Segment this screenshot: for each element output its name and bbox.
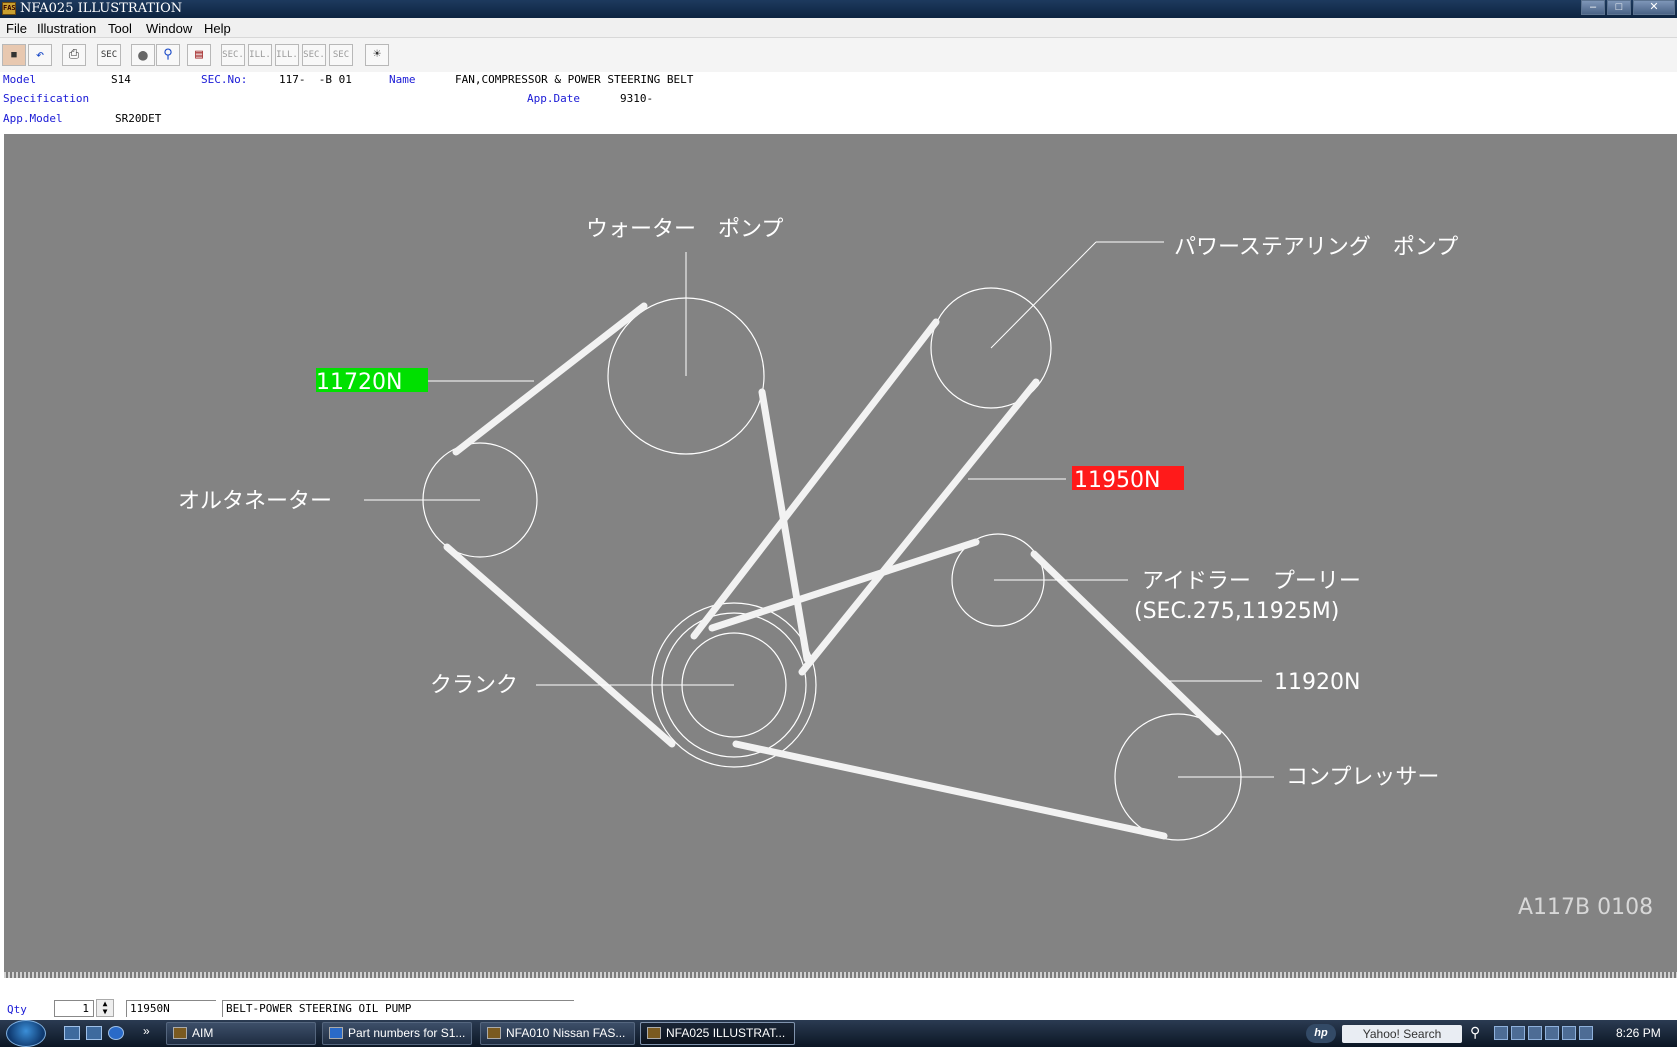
window-title: NFA025 ILLUSTRATION — [20, 1, 183, 16]
qty-spinner[interactable]: ▲ ▼ — [96, 999, 114, 1017]
start-button[interactable] — [6, 1020, 46, 1047]
qty-field[interactable]: 1 — [54, 1000, 94, 1017]
tray-shield-icon[interactable] — [1579, 1026, 1593, 1040]
nfa-app-icon — [487, 1027, 501, 1039]
tray-volume-icon[interactable] — [1562, 1026, 1576, 1040]
clock[interactable]: 8:26 PM — [1616, 1026, 1661, 1040]
task-part-numbers[interactable]: Part numbers for S1... — [322, 1022, 472, 1045]
search-icon[interactable]: ⚲ — [1470, 1024, 1480, 1041]
specification-label: Specification — [3, 92, 90, 105]
sec-no-value: 117- -B 01 — [279, 73, 352, 86]
minimize-button[interactable]: – — [1581, 0, 1605, 15]
app-model-value: SR20DET — [115, 112, 162, 125]
fan-belt-upper — [452, 302, 648, 456]
menu-bar: File Illustration Tool Window Help — [0, 18, 1677, 38]
ps-belt-right — [798, 378, 1040, 676]
label-crank: クランク — [430, 673, 518, 698]
task-nfa010[interactable]: NFA010 Nissan FAS... — [480, 1022, 635, 1045]
part-label-11950n[interactable]: 11950N — [1074, 468, 1160, 493]
switch-windows-icon[interactable] — [86, 1026, 102, 1040]
nfa-app-icon — [647, 1027, 661, 1039]
part-label-11920n[interactable]: 11920N — [1274, 670, 1360, 695]
ie-icon[interactable] — [108, 1026, 124, 1040]
model-value: S14 — [111, 73, 131, 86]
sec-no-label: SEC.No: — [201, 73, 248, 86]
app-date-value: 9310- — [620, 92, 654, 105]
tray-app-icon[interactable] — [1511, 1026, 1525, 1040]
task-label: NFA010 Nissan FAS... — [506, 1026, 626, 1040]
task-label: Part numbers for S1... — [348, 1026, 466, 1040]
illustration-ref-code: A117B 0108 — [1518, 895, 1653, 920]
label-compressor: コンプレッサー — [1286, 765, 1439, 790]
app-model-label: App.Model — [3, 112, 63, 125]
aim-icon — [173, 1027, 187, 1039]
undo-icon[interactable]: ↶ — [28, 44, 52, 66]
maximize-button[interactable]: □ — [1607, 0, 1631, 15]
name-label: Name — [389, 73, 416, 86]
close-button[interactable]: ✕ — [1633, 0, 1675, 15]
illustration-canvas[interactable]: ウォーター ポンプ パワーステアリング ポンプ オルタネーター アイドラー プー… — [4, 134, 1677, 974]
hp-logo-icon[interactable]: hp — [1306, 1024, 1336, 1043]
app-date-label: App.Date — [527, 92, 580, 105]
tray-aim-icon[interactable] — [1528, 1026, 1542, 1040]
ill-next-icon[interactable]: ILL. — [275, 44, 299, 66]
ie-page-icon — [329, 1027, 343, 1039]
name-value: FAN,COMPRESSOR & POWER STEERING BELT — [455, 73, 694, 86]
tray-monitor-icon[interactable] — [1545, 1026, 1559, 1040]
task-label: AIM — [192, 1026, 214, 1040]
yahoo-search-input[interactable]: Yahoo! Search — [1342, 1025, 1462, 1043]
fan-belt-lower — [443, 543, 676, 748]
selection-status: Qty 1 ▲ ▼ 11950N BELT-POWER STEERING OIL … — [0, 978, 1677, 1020]
show-desktop-icon[interactable] — [64, 1026, 80, 1040]
sec-query-icon[interactable]: SEC — [329, 44, 353, 66]
qty-label: Qty — [7, 1003, 27, 1016]
toolbar: ■ ↶ ⎙ SEC ● ⚲ ▤ SEC. ILL. ILL. SEC. SEC … — [0, 38, 1677, 72]
leader-ps-pump-diag — [990, 241, 1097, 349]
print-icon[interactable]: ⎙ — [62, 44, 86, 66]
part-info-header: Model S14 SEC.No: 117- -B 01 Name FAN,CO… — [0, 72, 1677, 134]
help-bulb-icon[interactable]: ☀ — [365, 44, 389, 66]
label-idler: アイドラー プーリー — [1142, 569, 1361, 594]
menu-window[interactable]: Window — [146, 21, 192, 36]
record-icon[interactable]: ● — [131, 44, 155, 66]
label-ps-pump: パワーステアリング ポンプ — [1174, 235, 1458, 260]
sec-icon[interactable]: SEC — [97, 44, 121, 66]
label-water-pump: ウォーター ポンプ — [586, 217, 783, 242]
book-icon[interactable]: ▤ — [187, 44, 211, 66]
ill-prev-icon[interactable]: ILL. — [248, 44, 272, 66]
menu-file[interactable]: File — [6, 21, 27, 36]
task-nfa025[interactable]: NFA025 ILLUSTRAT... — [640, 1022, 795, 1045]
ac-belt-lower — [732, 740, 1168, 840]
task-aim[interactable]: AIM — [166, 1022, 316, 1045]
menu-help[interactable]: Help — [204, 21, 231, 36]
part-description-field: BELT-POWER STEERING OIL PUMP — [222, 1000, 574, 1017]
tray-network-icon[interactable] — [1494, 1026, 1508, 1040]
menu-illustration[interactable]: Illustration — [37, 21, 96, 36]
menu-tool[interactable]: Tool — [108, 21, 132, 36]
part-label-11720n[interactable]: 11720N — [316, 370, 402, 395]
sec-prev-icon[interactable]: SEC. — [221, 44, 245, 66]
fan-belt-right — [758, 388, 811, 663]
system-tray — [1494, 1026, 1604, 1042]
quicklaunch-more-icon[interactable]: » — [143, 1024, 150, 1038]
nfa-app-icon: FAS — [2, 2, 16, 15]
title-bar: FAS NFA025 ILLUSTRATION – □ ✕ — [0, 0, 1677, 18]
exit-icon[interactable]: ■ — [2, 44, 26, 66]
belt-diagram: ウォーター ポンプ パワーステアリング ポンプ オルタネーター アイドラー プー… — [178, 217, 1653, 920]
window-controls: – □ ✕ — [1581, 0, 1675, 15]
search-icon[interactable]: ⚲ — [156, 44, 180, 66]
model-label: Model — [3, 73, 37, 86]
ps-belt-left — [690, 318, 940, 640]
part-number-field: 11950N — [126, 1000, 216, 1017]
sec-next-icon[interactable]: SEC. — [302, 44, 326, 66]
taskbar: » AIM Part numbers for S1... NFA010 Niss… — [0, 1020, 1677, 1047]
label-idler-ref: (SEC.275,11925M) — [1134, 599, 1339, 624]
task-label: NFA025 ILLUSTRAT... — [666, 1026, 786, 1040]
label-alternator: オルタネーター — [178, 489, 332, 514]
